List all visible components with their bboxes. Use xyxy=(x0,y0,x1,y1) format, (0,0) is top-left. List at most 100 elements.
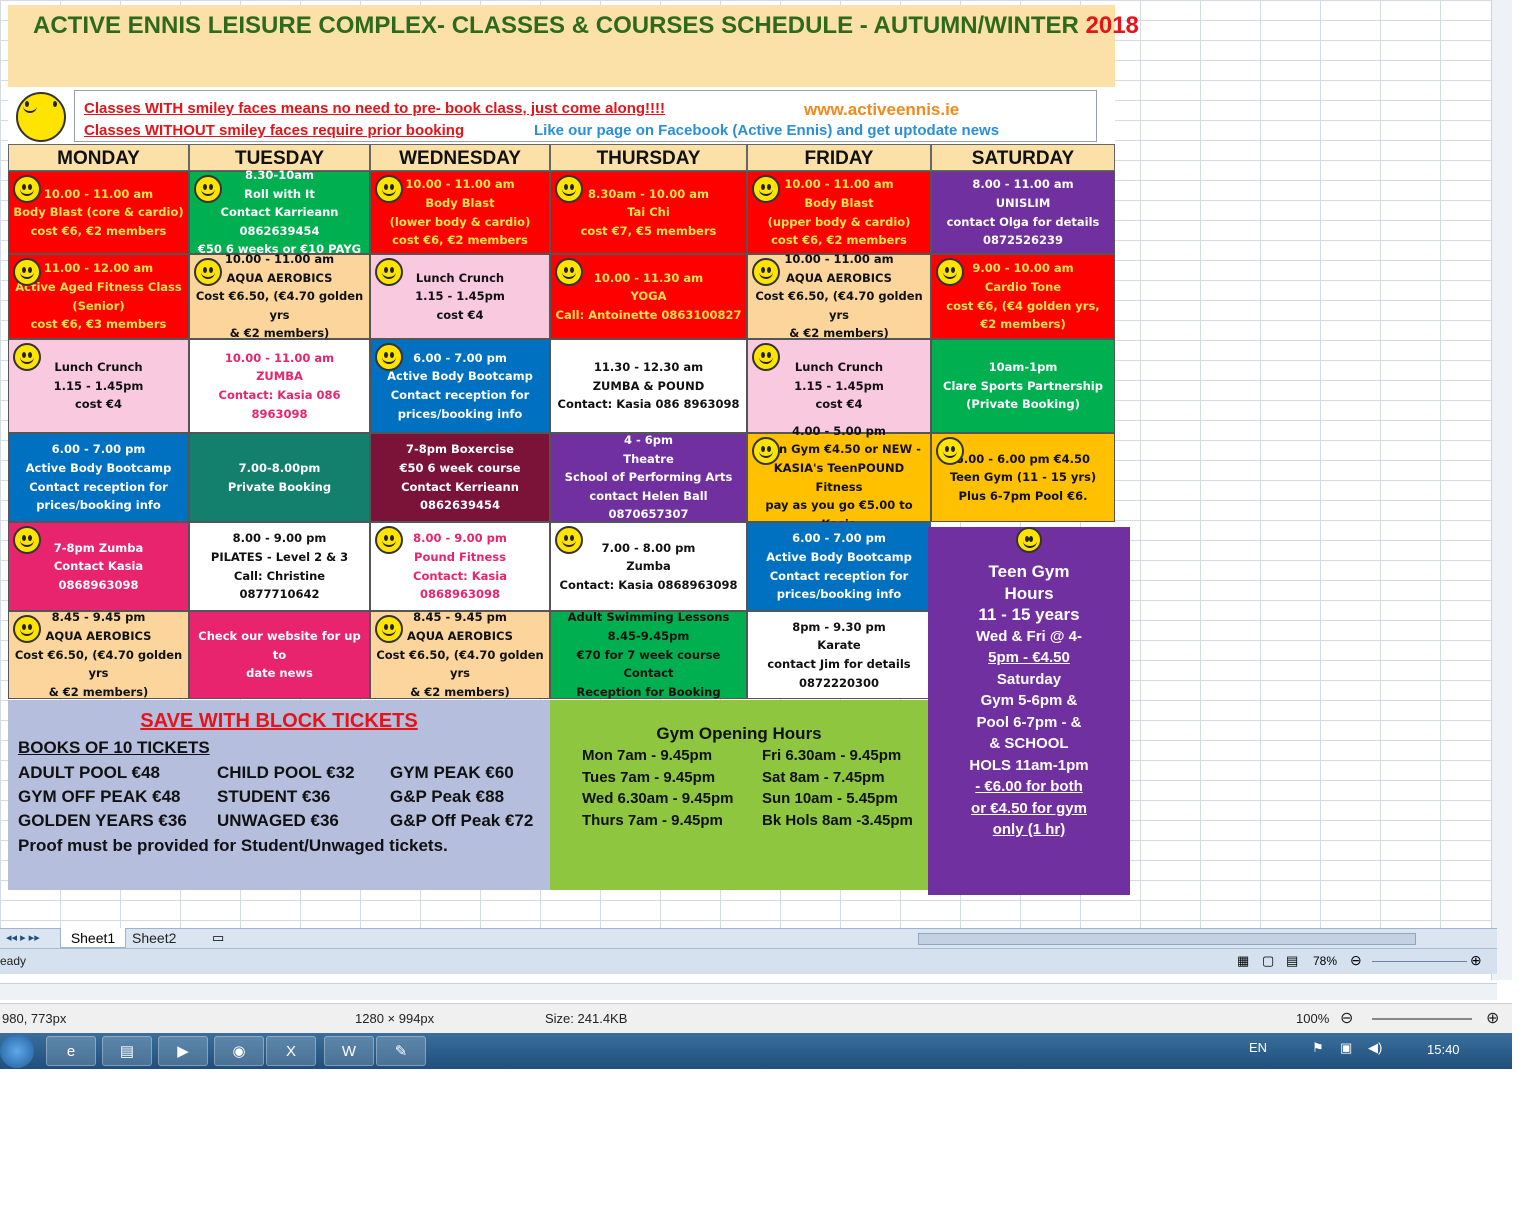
schedule-cell: 8.30-10am Roll with It Contact Karrieann… xyxy=(189,168,370,256)
schedule-cell: Lunch Crunch 1.15 - 1.45pm cost €4 xyxy=(8,339,189,433)
smiley-icon xyxy=(752,175,780,203)
page-break-icon[interactable]: ▤ xyxy=(1286,953,1298,969)
class-info: 11.30 - 12.30 am ZUMBA & POUND Contact: … xyxy=(557,360,740,412)
class-info: Lunch Crunch 1.15 - 1.45pm cost €4 xyxy=(415,270,505,322)
schedule-cell: 8.45 - 9.45 pm AQUA AEROBICS Cost €6.50,… xyxy=(370,610,550,699)
smiley-icon xyxy=(752,343,780,371)
tab-sheet2[interactable]: Sheet2 xyxy=(132,930,176,946)
class-info: Check our website for up to date news xyxy=(198,629,361,681)
volume-icon[interactable]: ◀) xyxy=(1368,1040,1382,1056)
start-icon[interactable] xyxy=(0,1034,34,1068)
day-header-0: MONDAY xyxy=(8,144,189,171)
vertical-scrollbar[interactable] xyxy=(1491,0,1512,980)
smiley-icon xyxy=(194,258,222,286)
class-info: 10am-1pm Clare Sports Partnership (Priva… xyxy=(943,360,1103,412)
zoom-out-icon[interactable]: ⊖ xyxy=(1350,952,1362,969)
gym-hours-line: Fri 6.30am - 9.45pm xyxy=(762,747,902,764)
teen-gym-line: Pool 6-7pm - & xyxy=(976,713,1082,731)
ticket-price: G&P Off Peak €72 xyxy=(390,811,534,830)
schedule-cell: 7.00 - 8.00 pm Zumba Contact: Kasia 0868… xyxy=(550,522,747,611)
class-info: 7.00-8.00pm Private Booking xyxy=(227,460,332,494)
tab-sheet1[interactable]: Sheet1 xyxy=(60,928,126,948)
schedule-cell: 10.00 - 11.00 am AQUA AEROBICS Cost €6.5… xyxy=(747,252,931,340)
ticket-price: UNWAGED €36 xyxy=(217,811,339,830)
schedule-cell: 9.00 - 10.00 am Cardio Tone cost €6, (€4… xyxy=(931,254,1115,339)
info-line-2: Classes WITHOUT smiley faces require pri… xyxy=(84,122,465,139)
paint-icon[interactable]: ✎ xyxy=(376,1036,426,1066)
sheet-hscroll[interactable] xyxy=(918,933,1416,945)
smiley-icon xyxy=(752,258,780,286)
schedule-cell: 7-8pm Zumba Contact Kasia 0868963098 xyxy=(8,522,189,611)
class-info: 10.00 - 11.30 am YOGA Call: Antoinette 0… xyxy=(555,270,742,322)
smiley-icon xyxy=(555,258,583,286)
flag-icon[interactable]: ⚑ xyxy=(1312,1040,1324,1056)
ticket-price: STUDENT €36 xyxy=(217,787,331,806)
schedule-cell: 10.00 - 11.00 am ZUMBA Contact: Kasia 08… xyxy=(189,339,370,433)
page-layout-icon[interactable]: ▢ xyxy=(1262,953,1274,969)
ticket-price: GOLDEN YEARS €36 xyxy=(18,811,187,830)
zoom-in-icon[interactable]: ⊕ xyxy=(1470,952,1482,969)
word-icon[interactable]: W xyxy=(324,1036,374,1066)
schedule-cell: 10am-1pm Clare Sports Partnership (Priva… xyxy=(931,339,1115,433)
gym-hours-line: Wed 6.30am - 9.45pm xyxy=(582,790,734,807)
smiley-icon xyxy=(375,258,403,286)
schedule-cell: 10.00 - 11.30 am YOGA Call: Antoinette 0… xyxy=(550,254,747,339)
smiley-icon xyxy=(13,258,41,286)
schedule-cell: 8.00 - 9.00 pm Pound Fitness Contact: Ka… xyxy=(370,522,550,611)
gym-hours-line: Bk Hols 8am -3.45pm xyxy=(762,811,913,829)
sheet-nav-icon[interactable]: ◂◂ ▸ ▸▸ xyxy=(6,931,40,944)
class-info: 10.00 - 11.00 am Body Blast (upper body … xyxy=(767,177,911,248)
excel-icon[interactable]: X xyxy=(266,1036,316,1066)
schedule-cell: 10.00 - 11.00 am Body Blast (lower body … xyxy=(370,171,550,254)
class-info: 4.00 - 5.00 pm Teen Gym €4.50 or NEW - K… xyxy=(757,423,921,531)
new-sheet-icon[interactable]: ▭ xyxy=(212,930,224,946)
class-info: 7.00 - 8.00 pm Zumba Contact: Kasia 0868… xyxy=(559,540,738,592)
website-link[interactable]: www.activeennis.ie xyxy=(804,100,959,120)
schedule-cell: 4.00 - 5.00 pm Teen Gym €4.50 or NEW - K… xyxy=(747,424,931,531)
page-title: ACTIVE ENNIS LEISURE COMPLEX- CLASSES & … xyxy=(8,5,1139,87)
excel-zoom-slider[interactable] xyxy=(1372,961,1467,962)
schedule-cell: 7.00-8.00pm Private Booking xyxy=(189,433,370,522)
teen-gym-line: Teen Gym xyxy=(988,562,1070,581)
facebook-note: Like our page on Facebook (Active Ennis)… xyxy=(534,122,1000,139)
chrome-icon[interactable]: ◉ xyxy=(214,1036,264,1066)
language-indicator[interactable]: EN xyxy=(1249,1040,1267,1055)
smiley-icon xyxy=(16,92,66,142)
excel-zoom-level: 78% xyxy=(1313,954,1338,968)
smiley-icon xyxy=(13,175,41,203)
day-header-5: SATURDAY xyxy=(931,144,1115,171)
class-info: Lunch Crunch 1.15 - 1.45pm cost €4 xyxy=(53,360,144,412)
viewer-zoom-slider[interactable] xyxy=(1372,1018,1472,1020)
teen-gym-line: 5pm - €4.50 xyxy=(988,649,1070,666)
ticket-price: GYM PEAK €60 xyxy=(390,763,514,782)
viewer-zoom: 100% xyxy=(1296,1011,1330,1026)
teen-gym-line: Hours xyxy=(1004,583,1054,603)
media-icon[interactable]: ▶ xyxy=(158,1036,208,1066)
smiley-icon xyxy=(375,615,403,643)
class-info: 8.00 - 11.00 am UNISLIM contact Olga for… xyxy=(946,177,1100,248)
smiley-icon xyxy=(375,175,403,203)
legend-smiley xyxy=(16,92,66,142)
schedule-cell: Adult Swimming Lessons 8.45-9.45pm €70 f… xyxy=(550,610,747,699)
ie-icon[interactable]: e xyxy=(46,1036,96,1066)
class-info: 8.00 - 9.00 pm PILATES - Level 2 & 3 Cal… xyxy=(210,531,349,602)
zoom-out-icon[interactable]: ⊖ xyxy=(1340,1008,1353,1028)
class-info: 10.00 - 11.00 am ZUMBA Contact: Kasia 08… xyxy=(218,350,341,421)
normal-view-icon[interactable]: ▦ xyxy=(1237,953,1249,969)
zoom-in-icon[interactable]: ⊕ xyxy=(1486,1008,1499,1028)
folder-icon[interactable]: ▤ xyxy=(102,1036,152,1066)
horizontal-scrollbar[interactable] xyxy=(0,983,1497,1000)
block-note: Proof must be provided for Student/Unwag… xyxy=(18,836,448,855)
class-info: Lunch Crunch 1.15 - 1.45pm cost €4 xyxy=(794,360,884,412)
smiley-icon xyxy=(375,526,403,554)
schedule-cell: 6.00 - 7.00 pm Active Body Bootcamp Cont… xyxy=(370,339,550,433)
schedule-cell: 8.00 - 11.00 am UNISLIM contact Olga for… xyxy=(931,171,1115,254)
ticket-price: ADULT POOL €48 xyxy=(18,763,161,782)
file-size: Size: 241.4KB xyxy=(545,1011,628,1026)
class-info: 6.00 - 7.00 pm Active Body Bootcamp Cont… xyxy=(387,350,533,421)
smiley-icon xyxy=(752,437,780,465)
class-info: 4 - 6pm Theatre School of Performing Art… xyxy=(564,432,733,522)
teen-gym-line: 11 - 15 years xyxy=(978,605,1080,624)
schedule-cell: 11.00 - 12.00 am Active Aged Fitness Cla… xyxy=(8,254,189,339)
network-icon[interactable]: ▣ xyxy=(1340,1040,1352,1056)
